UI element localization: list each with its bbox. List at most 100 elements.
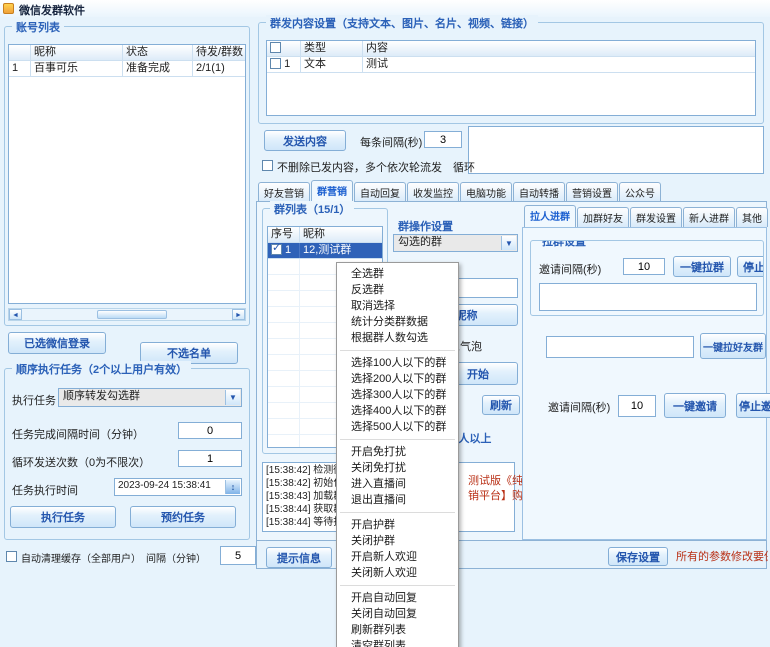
menu-separator (340, 512, 455, 513)
main-tab-0[interactable]: 好友营销 (258, 182, 310, 202)
group-index: 1 (282, 244, 291, 256)
friend-input[interactable] (546, 336, 694, 358)
task-gap-input[interactable] (178, 422, 242, 439)
stop-pull-button[interactable]: 停止拉群 (737, 256, 764, 277)
window-title: 微信发群软件 (19, 2, 85, 18)
refresh-button[interactable]: 刷新 (482, 395, 520, 415)
clean-interval-input[interactable] (220, 546, 256, 565)
group-checkbox[interactable] (271, 244, 282, 255)
row-checkbox[interactable] (270, 58, 281, 69)
msg-gap-input[interactable] (424, 131, 462, 148)
right-tab-1[interactable]: 加群好友 (577, 207, 629, 227)
main-tab-7[interactable]: 公众号 (619, 182, 661, 202)
pull-friend-button[interactable]: 一键拉好友群 (700, 333, 766, 359)
menu-item-13[interactable]: 关闭免打扰 (337, 460, 458, 476)
main-tab-4[interactable]: 电脑功能 (460, 182, 512, 202)
column-header-index[interactable]: 序号 (268, 227, 300, 242)
select-all-checkbox[interactable] (270, 42, 281, 53)
group-row-selected[interactable]: 1 12,测试群 (268, 243, 382, 259)
column-header-count[interactable]: 待发/群数 (193, 45, 245, 60)
menu-item-4[interactable]: 根据群人数勾选 (337, 330, 458, 346)
msg-gap-label: 每条间隔(秒) (360, 134, 422, 150)
column-header-content[interactable]: 内容 (363, 41, 755, 56)
menu-item-3[interactable]: 统计分类群数据 (337, 314, 458, 330)
menu-item-7[interactable]: 选择200人以下的群 (337, 371, 458, 387)
cell (268, 307, 300, 322)
menu-item-15[interactable]: 退出直播间 (337, 492, 458, 508)
menu-item-9[interactable]: 选择400人以下的群 (337, 403, 458, 419)
column-header-groupname[interactable]: 昵称 (300, 227, 382, 242)
invite-gap-input[interactable] (623, 258, 665, 275)
chevron-down-icon[interactable]: ▼ (225, 390, 240, 405)
auto-clean-checkbox[interactable] (6, 551, 17, 562)
menu-item-25[interactable]: 清空群列表 (337, 638, 458, 647)
content-preview-box[interactable] (468, 126, 764, 174)
right-tab-3[interactable]: 新人进群 (683, 207, 735, 227)
main-tab-3[interactable]: 收发监控 (407, 182, 459, 202)
run-task-button[interactable]: 执行任务 (10, 506, 116, 528)
exec-task-label: 执行任务 (12, 392, 56, 408)
invite-gap2-input[interactable] (618, 395, 656, 417)
group-check-cell[interactable]: 1 (268, 243, 300, 258)
cell (268, 291, 300, 306)
menu-item-22[interactable]: 开启自动回复 (337, 590, 458, 606)
pull-list-box[interactable] (539, 283, 757, 311)
login-selected-button[interactable]: 已选微信登录 (8, 332, 106, 354)
save-settings-button[interactable]: 保存设置 (608, 547, 668, 566)
group-name: 12,测试群 (300, 243, 382, 258)
right-tab-0[interactable]: 拉人进群 (524, 205, 576, 227)
exec-time-label: 任务执行时间 (12, 482, 78, 498)
invite-button[interactable]: 一键邀请 (664, 393, 726, 418)
menu-item-12[interactable]: 开启免打扰 (337, 444, 458, 460)
right-tab-2[interactable]: 群发设置 (630, 207, 682, 227)
right-tab-4[interactable]: 其他 (736, 207, 768, 227)
keep-content-checkbox[interactable] (262, 160, 273, 171)
right-tab-bar: 拉人进群加群好友群发设置新人进群其他 (524, 210, 769, 227)
chevron-down-icon[interactable]: ▼ (501, 236, 516, 250)
tips-button[interactable]: 提示信息 (266, 547, 332, 568)
menu-item-23[interactable]: 关闭自动回复 (337, 606, 458, 622)
save-notice: 所有的参数修改要保存后生效 (676, 550, 768, 565)
menu-item-24[interactable]: 刷新群列表 (337, 622, 458, 638)
group-op-dropdown[interactable]: 勾选的群 ▼ (393, 234, 518, 252)
exec-time-input[interactable]: 2023-09-24 15:38:41 ↕ (114, 478, 242, 496)
send-content-button[interactable]: 发送内容 (264, 130, 346, 151)
column-header-status[interactable]: 状态 (123, 45, 193, 60)
loop-count-input[interactable] (178, 450, 242, 467)
account-count: 2/1(1) (193, 61, 245, 76)
account-table-hscrollbar[interactable]: ◄ ► (8, 308, 246, 321)
column-header-check[interactable] (267, 41, 301, 56)
column-header-type[interactable]: 类型 (301, 41, 363, 56)
datetime-spinner-icon[interactable]: ↕ (225, 480, 240, 494)
exec-task-dropdown[interactable]: 顺序转发勾选群 ▼ (58, 388, 242, 407)
menu-item-19[interactable]: 开启新人欢迎 (337, 549, 458, 565)
menu-item-2[interactable]: 取消选择 (337, 298, 458, 314)
main-tab-2[interactable]: 自动回复 (354, 182, 406, 202)
reserve-task-button[interactable]: 预约任务 (130, 506, 236, 528)
cell (268, 419, 300, 434)
content-check-cell[interactable]: 1 (267, 57, 301, 72)
pull-group-button[interactable]: 一键拉群 (673, 256, 731, 277)
stop-invite-button[interactable]: 停止邀请 (736, 393, 770, 418)
menu-item-0[interactable]: 全选群 (337, 266, 458, 282)
scroll-right-icon[interactable]: ► (232, 309, 245, 320)
main-tab-5[interactable]: 自动转播 (513, 182, 565, 202)
account-row[interactable]: 1 百事可乐 准备完成 2/1(1) (9, 61, 245, 77)
menu-item-1[interactable]: 反选群 (337, 282, 458, 298)
scrollbar-thumb[interactable] (97, 310, 167, 319)
menu-item-14[interactable]: 进入直播间 (337, 476, 458, 492)
menu-item-8[interactable]: 选择300人以下的群 (337, 387, 458, 403)
menu-item-17[interactable]: 开启护群 (337, 517, 458, 533)
scroll-left-icon[interactable]: ◄ (9, 309, 22, 320)
menu-item-6[interactable]: 选择100人以下的群 (337, 355, 458, 371)
menu-item-20[interactable]: 关闭新人欢迎 (337, 565, 458, 581)
main-tab-1[interactable]: 群营销 (311, 180, 353, 202)
menu-item-10[interactable]: 选择500人以下的群 (337, 419, 458, 435)
content-row[interactable]: 1 文本 测试 (267, 57, 755, 73)
column-header[interactable] (9, 45, 31, 60)
main-tab-6[interactable]: 营销设置 (566, 182, 618, 202)
invite-gap-label: 邀请间隔(秒) (539, 261, 601, 277)
account-nickname: 百事可乐 (31, 61, 123, 76)
menu-item-18[interactable]: 关闭护群 (337, 533, 458, 549)
column-header-nickname[interactable]: 昵称 (31, 45, 123, 60)
